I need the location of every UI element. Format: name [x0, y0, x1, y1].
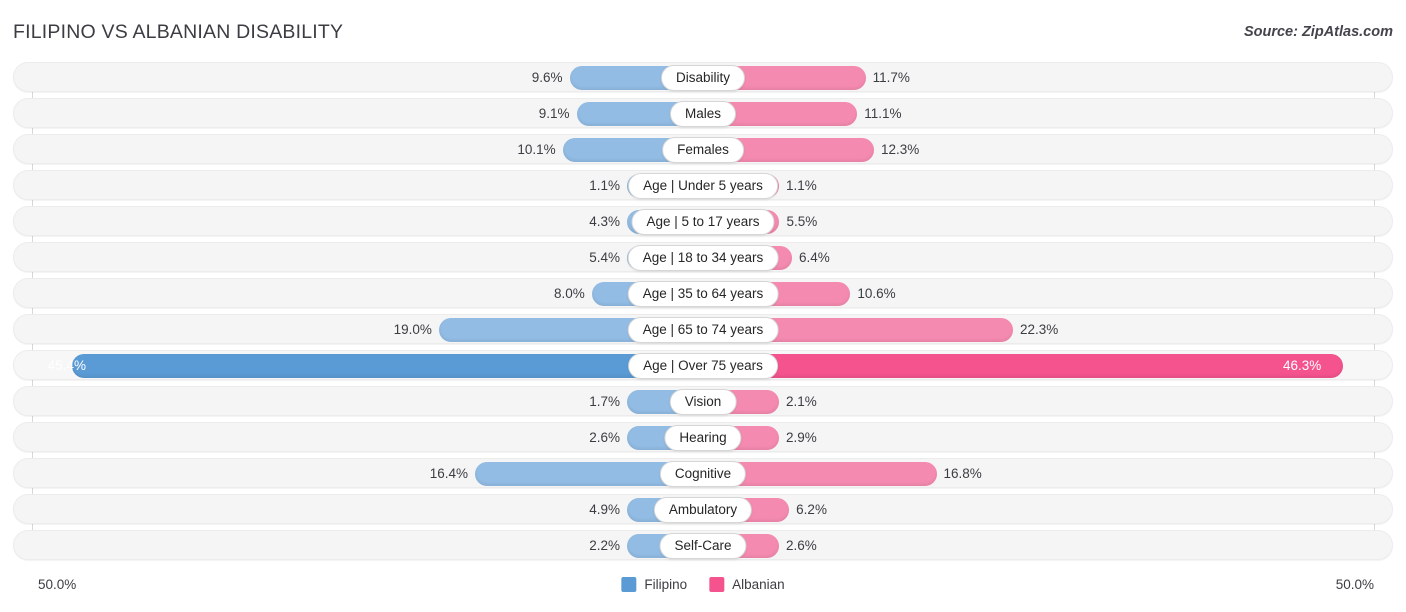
category-label[interactable]: Males	[669, 101, 737, 127]
chart-footer: 50.0% 50.0% Filipino Albanian	[0, 567, 1406, 612]
value-label-albanian: 2.9%	[786, 430, 817, 445]
legend-item[interactable]: Albanian	[709, 577, 785, 592]
row-track: 19.0% 22.3% Age | 65 to 74 years	[14, 315, 1392, 343]
chart-header: FILIPINO VS ALBANIAN DISABILITY Source: …	[0, 0, 1406, 62]
table-row[interactable]: 9.6% 11.7% Disability	[13, 62, 1393, 92]
value-label-filipino: 16.4%	[429, 466, 469, 481]
value-label-filipino: 1.7%	[589, 394, 620, 409]
row-track: 1.1% 1.1% Age | Under 5 years	[14, 171, 1392, 199]
legend-item[interactable]: Filipino	[621, 577, 687, 592]
value-label-filipino: 1.1%	[589, 178, 620, 193]
category-label[interactable]: Age | Under 5 years	[628, 173, 778, 199]
row-track: 9.6% 11.7% Disability	[14, 63, 1392, 91]
table-row[interactable]: 16.4% 16.8% Cognitive	[13, 458, 1393, 488]
row-track: 8.0% 10.6% Age | 35 to 64 years	[14, 279, 1392, 307]
category-label[interactable]: Females	[662, 137, 744, 163]
legend-swatch-icon	[709, 577, 725, 592]
value-label-albanian: 11.7%	[872, 70, 910, 85]
diverging-bar-chart: 9.6% 11.7% Disability 9.1% 11.1% Males 10.1% 12…	[0, 62, 1406, 567]
table-row[interactable]: 45.4% 46.3% Age | Over 75 years	[13, 350, 1393, 380]
category-label[interactable]: Hearing	[664, 425, 742, 451]
bar-albanian	[703, 354, 1343, 378]
chart-legend: Filipino Albanian	[621, 577, 785, 592]
legend-swatch-icon	[621, 577, 637, 592]
value-label-filipino: 2.6%	[589, 430, 620, 445]
category-label[interactable]: Age | 35 to 64 years	[627, 281, 779, 307]
value-label-filipino: 10.1%	[517, 142, 556, 157]
value-label-filipino: 9.1%	[538, 106, 570, 121]
category-label[interactable]: Self-Care	[659, 533, 747, 559]
value-label-filipino: 4.9%	[589, 502, 620, 517]
table-row[interactable]: 1.7% 2.1% Vision	[13, 386, 1393, 416]
value-label-filipino: 19.0%	[393, 322, 432, 337]
value-label-albanian: 10.6%	[857, 286, 896, 301]
chart-rows: 9.6% 11.7% Disability 9.1% 11.1% Males 10.1% 12…	[0, 62, 1406, 566]
row-track: 5.4% 6.4% Age | 18 to 34 years	[14, 243, 1392, 271]
value-label-albanian: 6.2%	[796, 502, 827, 517]
row-track: 1.7% 2.1% Vision	[14, 387, 1392, 415]
value-label-filipino: 8.0%	[554, 286, 585, 301]
category-label[interactable]: Age | 65 to 74 years	[627, 317, 779, 343]
source-attribution: Source: ZipAtlas.com	[1243, 24, 1393, 40]
category-label[interactable]: Ambulatory	[653, 497, 753, 523]
row-track: 9.1% 11.1% Males	[14, 99, 1392, 127]
row-track: 2.6% 2.9% Hearing	[14, 423, 1392, 451]
category-label[interactable]: Cognitive	[659, 461, 747, 487]
value-label-albanian: 16.8%	[943, 466, 982, 481]
row-track: 10.1% 12.3% Females	[14, 135, 1392, 163]
row-track: 4.9% 6.2% Ambulatory	[14, 495, 1392, 523]
table-row[interactable]: 10.1% 12.3% Females	[13, 134, 1393, 164]
category-label[interactable]: Age | 5 to 17 years	[631, 209, 775, 235]
table-row[interactable]: 8.0% 10.6% Age | 35 to 64 years	[13, 278, 1393, 308]
value-label-albanian: 6.4%	[798, 250, 830, 265]
table-row[interactable]: 5.4% 6.4% Age | 18 to 34 years	[13, 242, 1393, 272]
table-row[interactable]: 2.6% 2.9% Hearing	[13, 422, 1393, 452]
row-track: 16.4% 16.8% Cognitive	[14, 459, 1392, 487]
table-row[interactable]: 9.1% 11.1% Males	[13, 98, 1393, 128]
table-row[interactable]: 2.2% 2.6% Self-Care	[13, 530, 1393, 560]
table-row[interactable]: 4.3% 5.5% Age | 5 to 17 years	[13, 206, 1393, 236]
category-label[interactable]: Disability	[660, 65, 746, 91]
value-label-filipino: 45.4%	[47, 358, 86, 373]
value-label-filipino: 5.4%	[589, 250, 620, 265]
value-label-filipino: 4.3%	[589, 214, 620, 229]
bar-filipino	[71, 354, 703, 378]
value-label-albanian: 5.5%	[786, 214, 818, 229]
row-track: 4.3% 5.5% Age | 5 to 17 years	[14, 207, 1392, 235]
value-label-albanian: 12.3%	[880, 142, 920, 157]
row-track: 45.4% 46.3% Age | Over 75 years	[14, 351, 1392, 379]
value-label-filipino: 9.6%	[531, 70, 563, 85]
legend-label: Filipino	[644, 577, 688, 592]
value-label-albanian: 2.6%	[786, 538, 817, 553]
axis-label-right: 50.0%	[1335, 577, 1374, 592]
chart-page: FILIPINO VS ALBANIAN DISABILITY Source: …	[0, 0, 1406, 612]
page-title: FILIPINO VS ALBANIAN DISABILITY	[13, 21, 344, 43]
value-label-albanian: 2.1%	[786, 394, 817, 409]
value-label-albanian: 11.1%	[864, 106, 902, 121]
category-label[interactable]: Age | Over 75 years	[628, 353, 778, 379]
legend-label: Albanian	[732, 577, 785, 592]
category-label[interactable]: Vision	[669, 389, 737, 415]
table-row[interactable]: 1.1% 1.1% Age | Under 5 years	[13, 170, 1393, 200]
value-label-filipino: 2.2%	[589, 538, 620, 553]
value-label-albanian: 22.3%	[1019, 322, 1059, 337]
value-label-albanian: 1.1%	[786, 178, 817, 193]
row-track: 2.2% 2.6% Self-Care	[14, 531, 1392, 559]
axis-label-left: 50.0%	[38, 577, 77, 592]
category-label[interactable]: Age | 18 to 34 years	[627, 245, 779, 271]
table-row[interactable]: 19.0% 22.3% Age | 65 to 74 years	[13, 314, 1393, 344]
table-row[interactable]: 4.9% 6.2% Ambulatory	[13, 494, 1393, 524]
value-label-albanian: 46.3%	[1283, 358, 1322, 373]
